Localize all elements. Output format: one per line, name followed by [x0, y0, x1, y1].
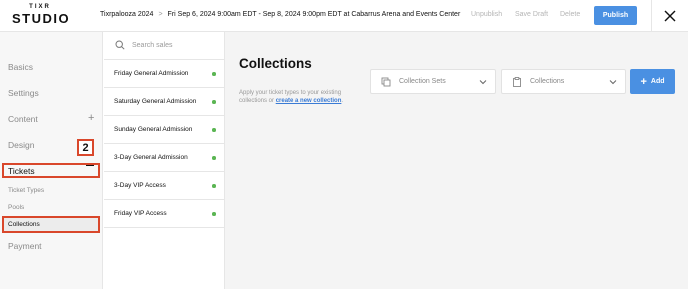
- collection-sets-dropdown[interactable]: Collection Sets: [370, 69, 496, 94]
- search-input[interactable]: Search sales: [132, 42, 172, 49]
- delete-button[interactable]: Delete: [560, 11, 580, 18]
- status-dot-icon: [212, 184, 216, 188]
- clipboard-icon: [513, 77, 521, 87]
- list-item[interactable]: 3-Day General Admission: [104, 144, 225, 172]
- status-dot-icon: [212, 128, 216, 132]
- publish-button[interactable]: Publish: [594, 6, 637, 25]
- sidebar-subitem-ticket-types[interactable]: Ticket Types: [8, 187, 44, 194]
- status-dot-icon: [212, 212, 216, 216]
- tixr-studio-logo[interactable]: TIXR STUDIO: [12, 4, 72, 26]
- collection-sets-label: Collection Sets: [399, 78, 446, 85]
- status-dot-icon: [212, 100, 216, 104]
- sidebar-item-design[interactable]: Design: [8, 140, 34, 150]
- status-dot-icon: [212, 72, 216, 76]
- close-icon: [664, 10, 676, 22]
- main-content: Collections Apply your ticket types to y…: [225, 32, 688, 289]
- expand-content-icon[interactable]: +: [88, 112, 94, 124]
- sidebar-item-content[interactable]: Content: [8, 114, 38, 124]
- collections-dropdown[interactable]: Collections: [501, 69, 626, 94]
- copy-icon: [381, 77, 391, 87]
- event-details: Fri Sep 6, 2024 9:00am EDT - Sep 8, 2024…: [167, 11, 461, 18]
- page-title: Collections: [239, 56, 312, 71]
- logo-bottom-text: STUDIO: [12, 11, 71, 26]
- unpublish-button[interactable]: Unpublish: [471, 11, 502, 18]
- list-item-label: Saturday General Admission: [114, 98, 197, 105]
- status-dot-icon: [212, 156, 216, 160]
- sidebar-subitem-pools[interactable]: Pools: [8, 204, 24, 211]
- sidebar-item-basics[interactable]: Basics: [8, 62, 33, 72]
- collections-description: Apply your ticket types to your existing…: [239, 89, 369, 105]
- logo-top-text: TIXR: [29, 4, 51, 10]
- event-breadcrumb: Tixrpalooza 2024 > Fri Sep 6, 2024 9:00am …: [100, 11, 460, 18]
- list-item-label: Friday General Admission: [114, 70, 189, 77]
- create-collection-link[interactable]: create a new collection: [276, 98, 342, 104]
- add-label: Add: [650, 78, 665, 85]
- list-item-label: 3-Day VIP Access: [114, 182, 166, 189]
- list-item-label: 3-Day General Admission: [114, 154, 188, 161]
- tickets-highlight-box: [2, 163, 100, 178]
- list-item[interactable]: Saturday General Admission: [104, 88, 225, 116]
- list-item-label: Sunday General Admission: [114, 126, 193, 133]
- search-icon: [115, 40, 125, 50]
- top-header: TIXR STUDIO Tixrpalooza 2024 > Fri Sep 6, …: [0, 0, 688, 32]
- step-badge: 2: [77, 139, 94, 156]
- list-item[interactable]: 3-Day VIP Access: [104, 172, 225, 200]
- chevron-down-icon: [609, 80, 617, 85]
- sidebar-item-payment[interactable]: Payment: [8, 241, 42, 251]
- add-button[interactable]: + Add: [630, 69, 675, 94]
- description-end: .: [341, 98, 344, 104]
- breadcrumb-separator: >: [158, 11, 163, 18]
- event-name[interactable]: Tixrpalooza 2024: [100, 11, 153, 18]
- sidebar: Basics Settings Content + Design Tickets…: [0, 32, 103, 289]
- close-button[interactable]: [651, 0, 688, 32]
- list-item[interactable]: Sunday General Admission: [104, 116, 225, 144]
- sidebar-item-settings[interactable]: Settings: [8, 88, 39, 98]
- collections-highlight-box: [2, 216, 100, 233]
- list-item-label: Friday VIP Access: [114, 210, 167, 217]
- list-item[interactable]: Friday General Admission: [104, 60, 225, 88]
- sales-list-panel: Search sales Friday General Admission Sa…: [104, 32, 225, 289]
- collections-label: Collections: [530, 78, 565, 85]
- plus-icon: +: [640, 75, 647, 88]
- chevron-down-icon: [479, 80, 487, 85]
- list-item[interactable]: Friday VIP Access: [104, 200, 225, 228]
- save-draft-button[interactable]: Save Draft: [515, 11, 548, 18]
- search-bar[interactable]: Search sales: [104, 32, 225, 60]
